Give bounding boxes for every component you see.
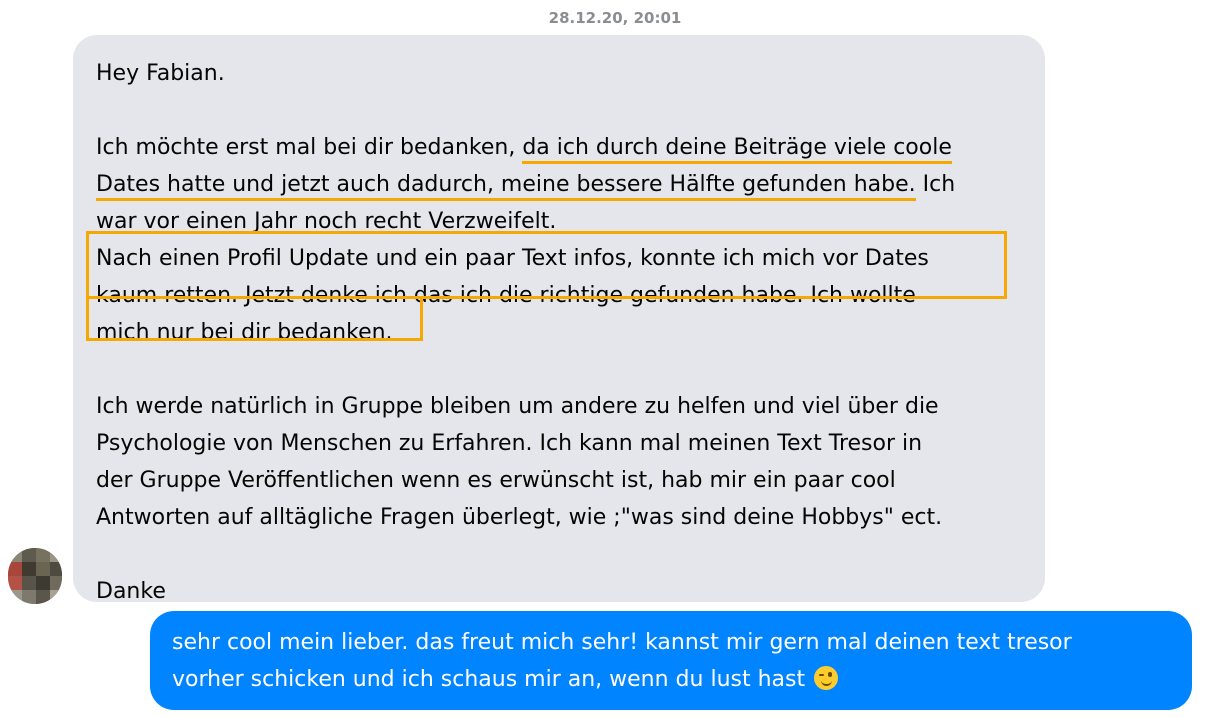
message-line: Ich möchte erst mal bei dir bedanken, da… <box>96 129 1023 166</box>
highlighted-text: Dates hatte und jetzt auch dadurch, mein… <box>96 172 916 201</box>
message-line: war vor einen Jahr noch recht Verzweifel… <box>96 209 557 234</box>
message-line: Danke <box>96 579 166 604</box>
message-line: Ich werde natürlich in Gruppe bleiben um… <box>96 394 939 419</box>
message-line: Nach einen Profil Update und ein paar Te… <box>96 246 929 271</box>
highlighted-text: da ich durch deine Beiträge viele coole <box>522 135 952 164</box>
message-line: Dates hatte und jetzt auch dadurch, mein… <box>96 166 1023 203</box>
message-line: kaum retten. Jetzt denke ich das ich die… <box>96 283 916 308</box>
message-line: der Gruppe Veröffentlichen wenn es erwün… <box>96 468 896 493</box>
message-line: Antworten auf alltägliche Fragen überleg… <box>96 505 943 530</box>
chat-conversation: 28.12.20, 20:01 Hey Fabian. Ich möchte e… <box>0 0 1208 717</box>
message-line: mich nur bei dir bedanken. <box>96 320 393 345</box>
incoming-message-bubble[interactable]: Hey Fabian. Ich möchte erst mal bei dir … <box>73 35 1045 604</box>
message-line: sehr cool mein lieber. das freut mich se… <box>172 630 1072 655</box>
winking-face-emoji-icon <box>814 666 839 690</box>
message-timestamp: 28.12.20, 20:01 <box>548 9 682 27</box>
message-line: vorher schicken und ich schaus mir an, w… <box>172 661 1172 698</box>
avatar[interactable] <box>8 548 62 604</box>
message-line: Hey Fabian. <box>96 61 225 86</box>
outgoing-message-bubble[interactable]: sehr cool mein lieber. das freut mich se… <box>150 611 1192 710</box>
message-line: Psychologie von Menschen zu Erfahren. Ic… <box>96 431 923 456</box>
